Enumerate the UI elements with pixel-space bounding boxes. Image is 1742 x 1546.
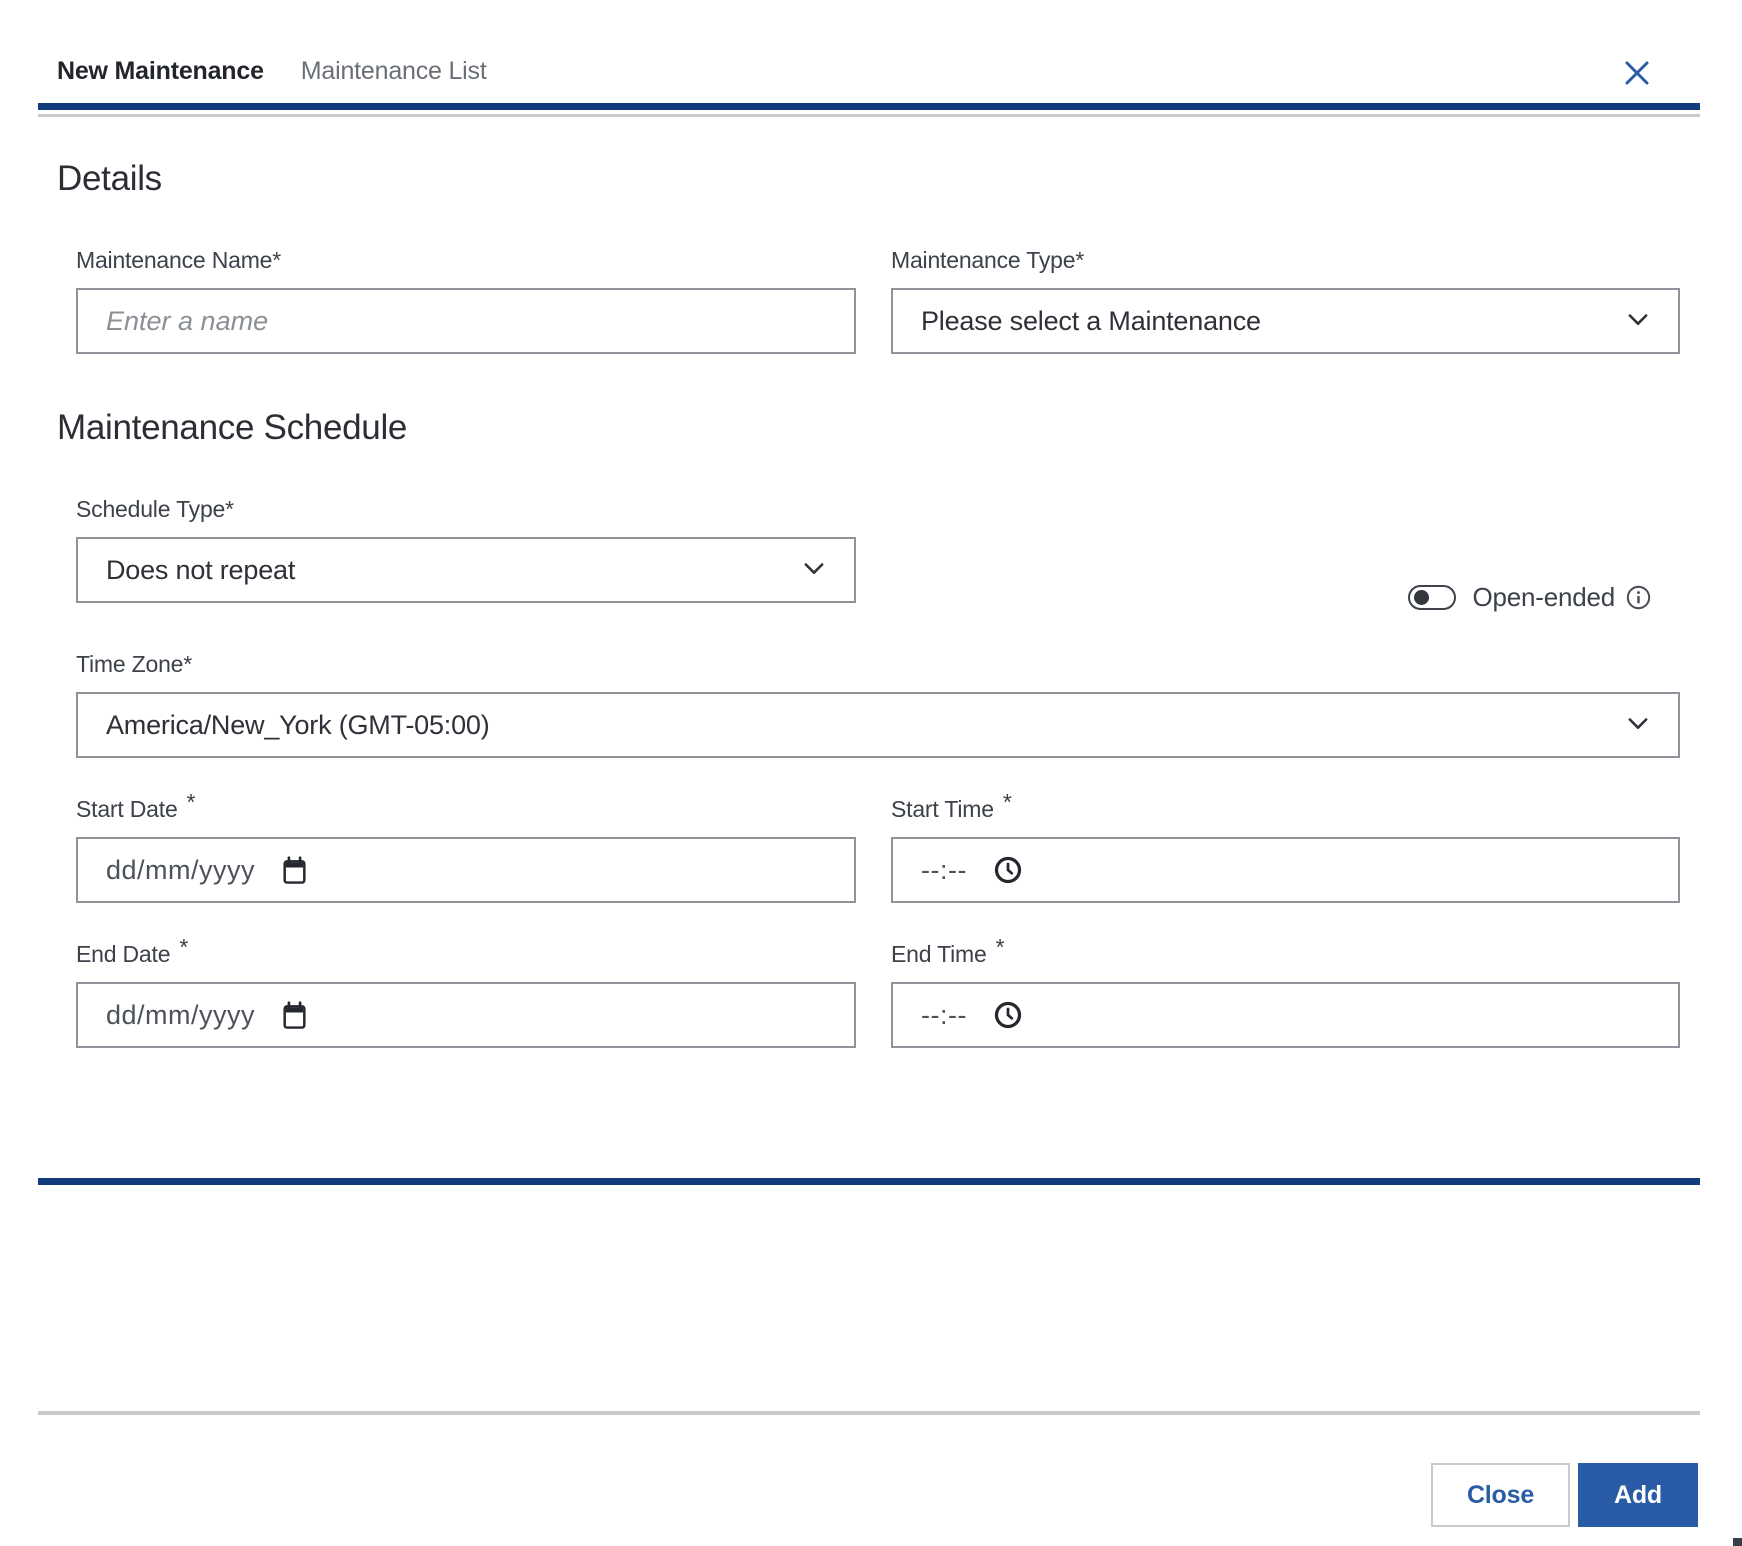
time-zone-label: Time Zone* xyxy=(76,651,1680,678)
details-heading: Details xyxy=(57,159,1700,199)
body-footer-divider xyxy=(38,1178,1700,1185)
open-ended-toggle[interactable] xyxy=(1408,585,1456,610)
start-time-label: Start Time* xyxy=(891,796,1680,823)
chevron-down-icon xyxy=(1624,305,1652,338)
toggle-knob xyxy=(1414,590,1429,605)
end-time-input[interactable]: --:-- xyxy=(891,982,1680,1048)
required-asterisk: * xyxy=(187,789,196,816)
start-date-field: Start Date* dd/mm/yyyy xyxy=(76,796,856,903)
start-time-value: --:-- xyxy=(921,855,967,886)
required-asterisk: * xyxy=(1003,789,1012,816)
close-dialog-button[interactable]: Close xyxy=(1431,1463,1570,1527)
schedule-type-select[interactable]: Does not repeat xyxy=(76,537,856,603)
maintenance-type-field: Maintenance Type* Please select a Mainte… xyxy=(891,247,1680,354)
add-button[interactable]: Add xyxy=(1578,1463,1698,1527)
schedule-type-label: Schedule Type* xyxy=(76,496,856,523)
tab-maintenance-list[interactable]: Maintenance List xyxy=(301,57,487,88)
tab-bar: New Maintenance Maintenance List xyxy=(57,57,487,88)
header-subdivider xyxy=(38,114,1700,117)
maintenance-type-label: Maintenance Type* xyxy=(891,247,1680,274)
chevron-down-icon xyxy=(1624,709,1652,742)
maintenance-name-label: Maintenance Name* xyxy=(76,247,856,274)
close-icon xyxy=(1622,76,1652,91)
end-time-field: End Time* --:-- xyxy=(891,941,1680,1048)
end-time-label: End Time* xyxy=(891,941,1680,968)
dialog-footer: Close Add xyxy=(38,1463,1698,1527)
time-zone-select[interactable]: America/New_York (GMT-05:00) xyxy=(76,692,1680,758)
end-date-input[interactable]: dd/mm/yyyy xyxy=(76,982,856,1048)
end-date-field: End Date* dd/mm/yyyy xyxy=(76,941,856,1048)
maintenance-name-input[interactable] xyxy=(76,288,856,354)
open-ended-label: Open-ended xyxy=(1472,582,1615,613)
tab-new-maintenance[interactable]: New Maintenance xyxy=(57,57,264,88)
calendar-icon[interactable] xyxy=(281,1001,308,1030)
chevron-down-icon xyxy=(800,554,828,587)
open-ended-row: Open-ended xyxy=(891,496,1680,613)
calendar-icon[interactable] xyxy=(281,856,308,885)
schedule-heading: Maintenance Schedule xyxy=(57,408,1680,448)
end-date-value: dd/mm/yyyy xyxy=(106,1000,255,1031)
schedule-type-value: Does not repeat xyxy=(106,555,295,586)
new-maintenance-dialog: New Maintenance Maintenance List Details… xyxy=(0,0,1742,1546)
clock-icon[interactable] xyxy=(993,1000,1023,1030)
start-time-input[interactable]: --:-- xyxy=(891,837,1680,903)
time-zone-row: Time Zone* America/New_York (GMT-05:00) xyxy=(76,651,1680,758)
time-zone-field: Time Zone* America/New_York (GMT-05:00) xyxy=(76,651,1680,758)
start-time-field: Start Time* --:-- xyxy=(891,796,1680,903)
maintenance-type-value: Please select a Maintenance xyxy=(921,306,1261,337)
time-zone-value: America/New_York (GMT-05:00) xyxy=(106,710,490,741)
start-date-value: dd/mm/yyyy xyxy=(106,855,255,886)
required-asterisk: * xyxy=(179,934,188,961)
clock-icon[interactable] xyxy=(993,855,1023,885)
screen-corner-artifact xyxy=(1733,1538,1742,1546)
footer-divider xyxy=(38,1411,1700,1415)
end-date-label: End Date* xyxy=(76,941,856,968)
start-date-input[interactable]: dd/mm/yyyy xyxy=(76,837,856,903)
close-button[interactable] xyxy=(1622,58,1652,88)
schedule-type-field: Schedule Type* Does not repeat xyxy=(76,496,856,613)
info-icon[interactable] xyxy=(1625,584,1652,611)
end-time-value: --:-- xyxy=(921,1000,967,1031)
required-asterisk: * xyxy=(996,934,1005,961)
header-divider xyxy=(38,103,1700,110)
maintenance-name-field: Maintenance Name* xyxy=(76,247,856,354)
start-date-label: Start Date* xyxy=(76,796,856,823)
maintenance-type-select[interactable]: Please select a Maintenance xyxy=(891,288,1680,354)
dialog-header: New Maintenance Maintenance List xyxy=(57,0,1700,88)
